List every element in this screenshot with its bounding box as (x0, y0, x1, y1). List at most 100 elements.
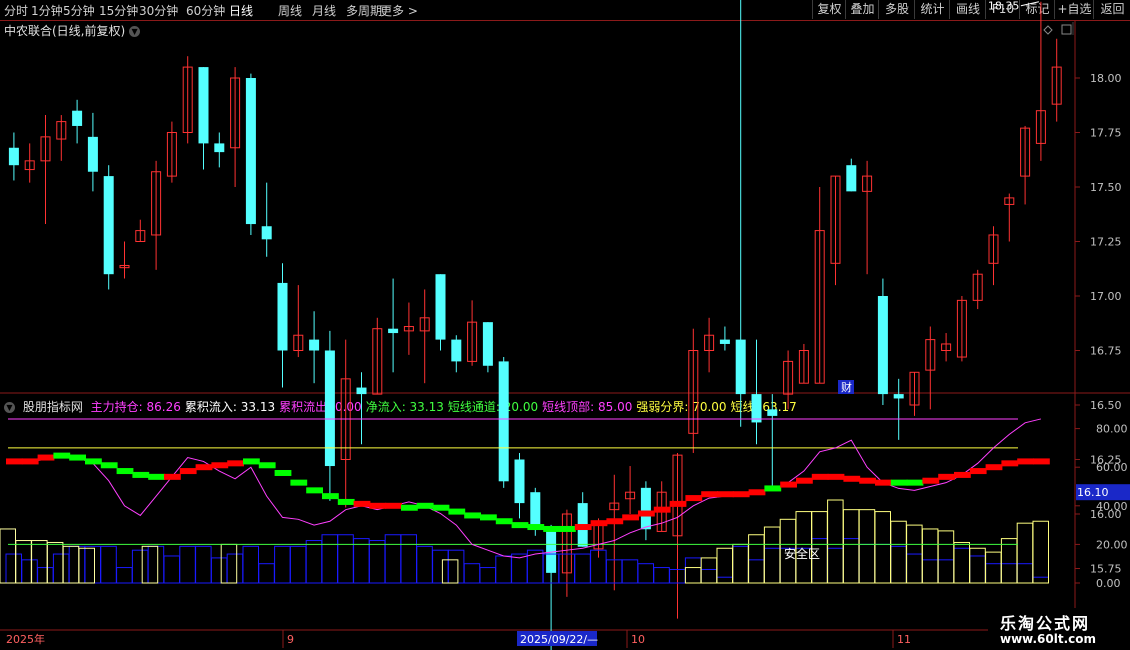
blue-bar (795, 547, 812, 584)
candle-body (356, 387, 367, 395)
blue-bar (210, 557, 228, 584)
blue-bar (605, 559, 623, 584)
period-tab-3[interactable]: 15分钟 (99, 2, 138, 19)
candle-body (293, 334, 304, 351)
period-tab-10[interactable]: 更多 > (380, 2, 418, 19)
period-tab-1[interactable]: 1分钟 (31, 2, 63, 19)
toolbar-button-8[interactable]: 返回 (1093, 0, 1130, 19)
short-line-segment (37, 454, 55, 461)
period-tab-0[interactable]: 分时 (4, 2, 28, 19)
period-tab-2[interactable]: 5分钟 (63, 2, 95, 19)
candle-body (498, 361, 509, 482)
short-line-segment (116, 468, 134, 475)
candle-body (467, 321, 478, 362)
blue-bar (305, 540, 323, 584)
short-line-segment (827, 473, 845, 480)
indicator-tick-label: 40.00 (1096, 500, 1128, 513)
price-tick-label: 17.50 (1090, 181, 1122, 194)
blue-bar (479, 567, 496, 584)
short-line-segment (179, 468, 197, 475)
short-line-segment (322, 493, 339, 500)
blue-bar (732, 545, 749, 584)
candle-body (972, 273, 983, 301)
stock-title[interactable]: 中农联合(日线,前复权) ▼ (4, 22, 141, 39)
yellow-bar (1000, 538, 1018, 584)
short-line-segment (495, 518, 513, 525)
blue-bar (52, 553, 70, 584)
period-tab-7[interactable]: 周线 (278, 2, 302, 19)
blue-bar (289, 545, 307, 584)
indicator-label-6: 强弱分界: 70.00 (636, 400, 727, 414)
blue-bar (921, 559, 939, 584)
price-tick-label: 18.00 (1090, 72, 1122, 85)
logo-url: www.60lt.com (1000, 632, 1097, 646)
toolbar-button-4[interactable]: 画线 (949, 0, 986, 19)
blue-bar (779, 547, 797, 584)
candle-body (1035, 110, 1046, 144)
yellow-bar (1032, 520, 1049, 584)
blue-bar (937, 559, 955, 584)
period-tab-8[interactable]: 月线 (312, 2, 336, 19)
period-tab-5[interactable]: 60分钟 (186, 2, 225, 19)
crosshair-date: 2025/09/22/— (520, 633, 598, 646)
pale-bar (141, 545, 159, 584)
short-line-segment (622, 514, 639, 521)
finance-marker-box (838, 380, 854, 394)
main-force-line (13, 418, 1042, 559)
indicator-tick-label: 0.00 (1096, 577, 1121, 590)
short-line-segment (938, 473, 955, 480)
yellow-bar (842, 509, 860, 584)
blue-bar (432, 549, 449, 584)
short-line-segment (401, 504, 418, 511)
indicator-header: ▼ 股朋指标网 主力持仓: 86.26 累积流入: 33.13 累积流出: 0.00… (4, 398, 801, 415)
yellow-bar (763, 526, 781, 584)
candle-body (87, 136, 98, 172)
candle-body (956, 299, 967, 358)
short-line-segment (243, 458, 260, 465)
candle-body (388, 328, 399, 334)
period-tab-9[interactable]: 多周期 (346, 2, 382, 19)
blue-bar (874, 543, 891, 584)
price-tick-label: 17.25 (1090, 236, 1122, 249)
toolbar-button-3[interactable]: 统计 (914, 0, 950, 19)
yellow-bar (937, 530, 955, 584)
toolbar-button-6[interactable]: 标记 (1019, 0, 1055, 19)
candle-body (277, 282, 288, 351)
yellow-bar (890, 520, 907, 584)
pale-bar (0, 528, 16, 584)
period-tab-4[interactable]: 30分钟 (139, 2, 178, 19)
candle-body (719, 339, 730, 344)
candle-body (198, 67, 209, 144)
candle-body (798, 350, 809, 384)
toolbar-button-7[interactable]: +自选 (1054, 0, 1094, 19)
blue-bar (542, 553, 560, 584)
short-line-segment (954, 471, 971, 478)
chevron-down-icon[interactable]: ▼ (129, 26, 141, 37)
short-line-segment (53, 452, 71, 459)
indicator-label-7: 短线: 63.17 (730, 400, 797, 414)
candle-body (340, 378, 351, 460)
toolbar-button-2[interactable]: 多股 (878, 0, 915, 19)
short-line-segment (148, 473, 165, 480)
toolbar-button-5[interactable]: F10 (985, 0, 1020, 19)
price-tick-label: 17.00 (1090, 290, 1122, 303)
blue-bar (1000, 563, 1018, 584)
short-line-segment (748, 489, 766, 496)
yellow-bar (795, 511, 812, 584)
period-tab-6[interactable]: 日线 (229, 2, 253, 19)
candle-body (909, 371, 920, 406)
blue-bar (147, 545, 165, 584)
candle-body (546, 531, 557, 573)
candle-body (704, 334, 715, 351)
candle-body (56, 121, 67, 140)
short-line-segment (211, 462, 229, 469)
short-line-segment (985, 464, 1003, 471)
short-line-segment (353, 500, 371, 507)
candle-body (688, 350, 699, 434)
blue-bar (969, 555, 986, 584)
toolbar-button-0[interactable]: 复权 (812, 0, 846, 19)
toolbar-button-1[interactable]: 叠加 (845, 0, 879, 19)
blue-bar (637, 563, 654, 584)
short-line-segment (811, 473, 829, 480)
indicator-menu-icon[interactable]: ▼ (4, 402, 15, 413)
